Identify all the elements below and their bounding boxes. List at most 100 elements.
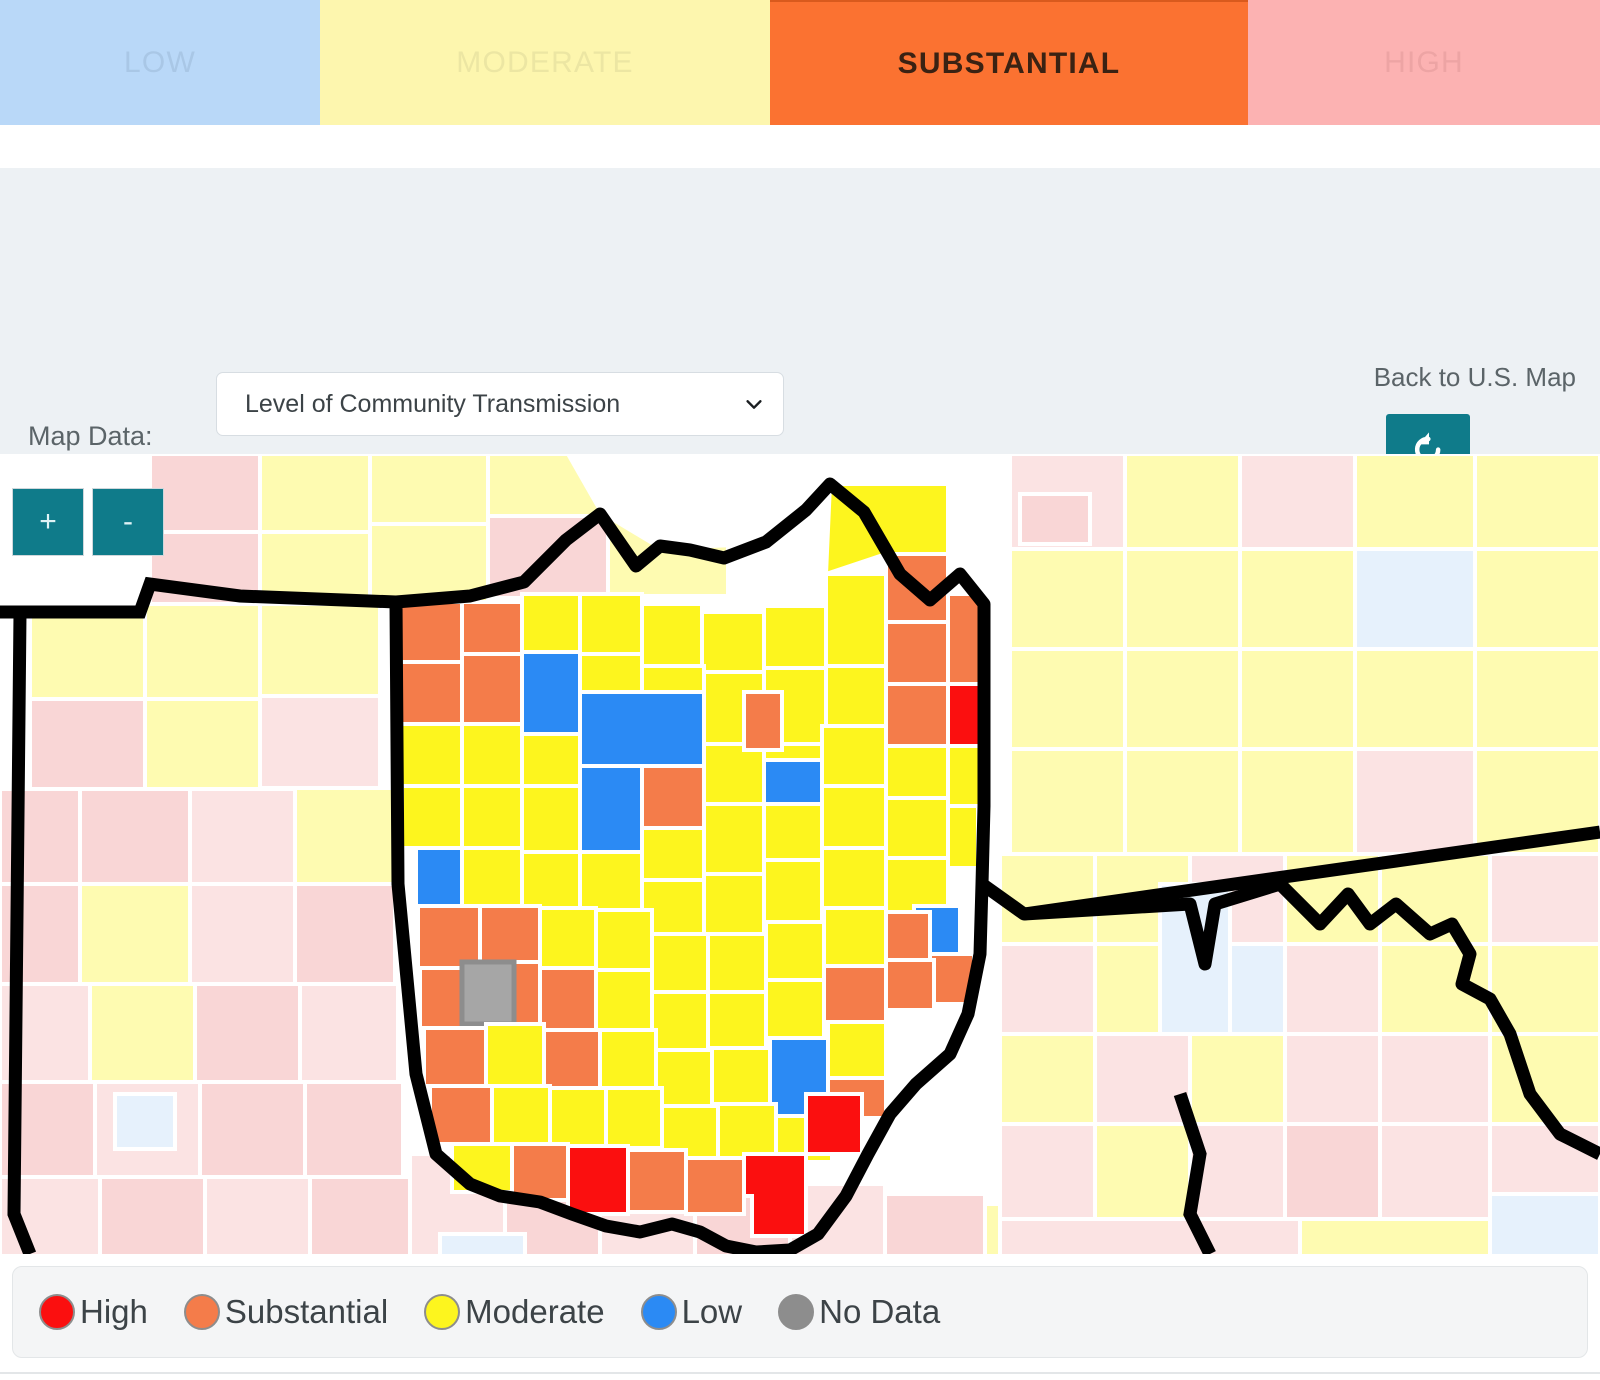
- map-data-primary-select[interactable]: Level of Community Transmission: [216, 372, 784, 436]
- zoom-out-button[interactable]: -: [92, 488, 164, 556]
- county: [822, 964, 888, 1024]
- map-data-primary-select-value: Level of Community Transmission: [245, 389, 621, 418]
- back-to-us-map-label: Back to U.S. Map: [1373, 362, 1576, 392]
- county: [538, 906, 598, 970]
- county: [640, 664, 706, 694]
- legend-label-substantial: Substantial: [224, 1293, 389, 1330]
- county: [650, 990, 710, 1052]
- county: [428, 1084, 494, 1146]
- legend-label-moderate: Moderate: [465, 1293, 605, 1330]
- county: [422, 1026, 488, 1088]
- county: [460, 784, 524, 850]
- county: [884, 958, 936, 1012]
- county: [764, 978, 826, 1040]
- county: [654, 1048, 714, 1108]
- legend-item-moderate: Moderate: [424, 1293, 605, 1331]
- county: [764, 920, 826, 982]
- legend-item-low: Low: [640, 1293, 743, 1331]
- county: [706, 932, 768, 994]
- county-no-data: [459, 959, 517, 1027]
- county: [824, 664, 888, 728]
- county: [416, 904, 482, 970]
- county: [702, 802, 766, 876]
- county: [640, 764, 706, 830]
- county: [706, 990, 768, 1050]
- county: [762, 802, 824, 862]
- county: [640, 602, 704, 668]
- county: [538, 966, 598, 1032]
- county-choropleth-map[interactable]: [0, 454, 1600, 1254]
- county: [820, 846, 888, 910]
- legend-label-low: Low: [681, 1293, 743, 1330]
- county: [884, 796, 950, 860]
- tab-moderate[interactable]: MODERATE: [320, 0, 770, 125]
- county: [884, 856, 950, 914]
- county: [398, 722, 464, 788]
- tabbar-spacer: [0, 125, 1600, 168]
- legend-swatch-substantial: [183, 1294, 220, 1330]
- county: [884, 744, 950, 800]
- county: [594, 908, 654, 972]
- county: [578, 592, 644, 656]
- zoom-in-button[interactable]: +: [12, 488, 84, 556]
- county: [460, 846, 524, 908]
- county: [414, 846, 464, 908]
- county: [478, 904, 542, 964]
- county: [684, 1156, 746, 1216]
- county: [710, 1046, 772, 1106]
- county: [742, 690, 784, 752]
- map-zoom-controls: + -: [12, 488, 164, 556]
- map-legend: High Substantial Moderate Low No Data: [12, 1266, 1588, 1358]
- county: [804, 1092, 864, 1156]
- county: [598, 1028, 658, 1090]
- legend-item-high: High: [39, 1293, 148, 1331]
- county: [762, 858, 824, 924]
- county: [824, 572, 888, 668]
- county: [742, 1152, 808, 1238]
- map-controls-panel: Map Data: Level of Community Transmissio…: [0, 168, 1600, 596]
- county: [946, 804, 980, 870]
- county: [520, 650, 582, 736]
- legend-label-no-data: No Data: [819, 1293, 941, 1330]
- county: [578, 850, 644, 912]
- county: [650, 932, 710, 994]
- tab-substantial[interactable]: SUBSTANTIAL: [770, 0, 1248, 125]
- county: [520, 784, 582, 854]
- transmission-level-tabbar: LOW MODERATE SUBSTANTIAL HIGH: [0, 0, 1600, 125]
- county: [594, 968, 654, 1032]
- tab-high[interactable]: HIGH: [1248, 0, 1600, 125]
- county: [762, 758, 824, 806]
- county: [578, 652, 644, 694]
- county: [520, 592, 582, 654]
- county: [566, 1144, 630, 1216]
- county: [884, 682, 950, 748]
- county: [520, 850, 582, 910]
- tab-low[interactable]: LOW: [0, 0, 320, 125]
- county: [762, 604, 828, 670]
- county: [520, 732, 582, 788]
- county: [398, 660, 464, 726]
- county: [702, 742, 766, 806]
- legend-swatch-no-data: [778, 1294, 815, 1330]
- county: [460, 600, 524, 656]
- map-data-label: Map Data:: [28, 421, 153, 451]
- county: [820, 724, 888, 788]
- legend-label-high: High: [80, 1293, 148, 1330]
- map-svg[interactable]: [0, 454, 1600, 1254]
- county: [884, 620, 950, 686]
- county: [822, 906, 888, 968]
- county: [542, 1028, 602, 1090]
- county: [700, 610, 766, 674]
- legend-bottom-divider: [0, 1372, 1600, 1374]
- county: [578, 690, 706, 768]
- legend-swatch-high: [39, 1294, 75, 1330]
- county: [460, 722, 524, 788]
- county: [702, 872, 766, 936]
- county: [946, 744, 984, 808]
- community-transmission-map-page: LOW MODERATE SUBSTANTIAL HIGH Map Data: …: [0, 0, 1600, 1380]
- legend-item-substantial: Substantial: [183, 1293, 389, 1331]
- county: [400, 784, 464, 850]
- county: [578, 764, 644, 854]
- legend-item-no-data: No Data: [778, 1293, 940, 1331]
- county: [510, 1142, 570, 1202]
